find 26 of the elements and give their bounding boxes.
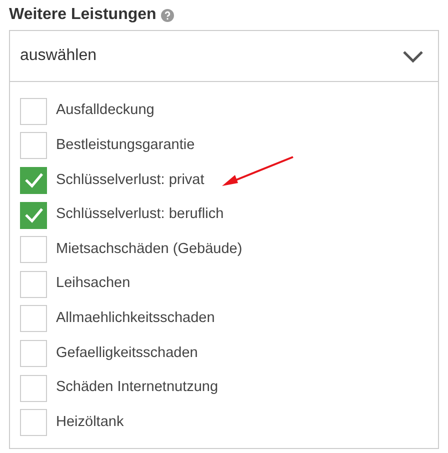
checkbox[interactable] <box>20 132 47 160</box>
select-dropdown[interactable]: auswählen <box>10 31 438 82</box>
section-title: Weitere Leistungen <box>9 5 156 25</box>
checkbox[interactable] <box>20 305 47 332</box>
checkbox[interactable] <box>20 374 47 402</box>
checkbox[interactable] <box>20 236 47 264</box>
checkbox[interactable] <box>20 340 47 367</box>
option-label: Heizöltank <box>56 412 124 432</box>
option-label: Leihsachen <box>56 274 130 294</box>
option-label: Schäden Internetnutzung <box>56 378 218 398</box>
checkbox[interactable] <box>20 409 47 436</box>
option-label: Schlüsselverlust: beruflich <box>56 205 224 224</box>
option-label: Allmaehlichkeitsschaden <box>56 308 215 328</box>
chevron-icon <box>402 50 424 62</box>
checkbox[interactable] <box>20 270 47 298</box>
checkbox[interactable] <box>20 166 47 194</box>
option-label: Mietsachschäden (Gebäude) <box>56 240 242 259</box>
option-label: Schlüsselverlust: privat <box>56 170 204 190</box>
checkmark-icon <box>24 172 44 188</box>
checkbox[interactable] <box>20 98 47 125</box>
option-label: Ausfalldeckung <box>56 101 154 120</box>
checkmark-icon <box>24 207 44 224</box>
help-icon[interactable] <box>161 8 174 22</box>
option-label: Bestleistungsgarantie <box>56 136 195 156</box>
option-label: Gefaelligkeitsschaden <box>56 344 198 363</box>
checkbox[interactable] <box>20 202 47 229</box>
